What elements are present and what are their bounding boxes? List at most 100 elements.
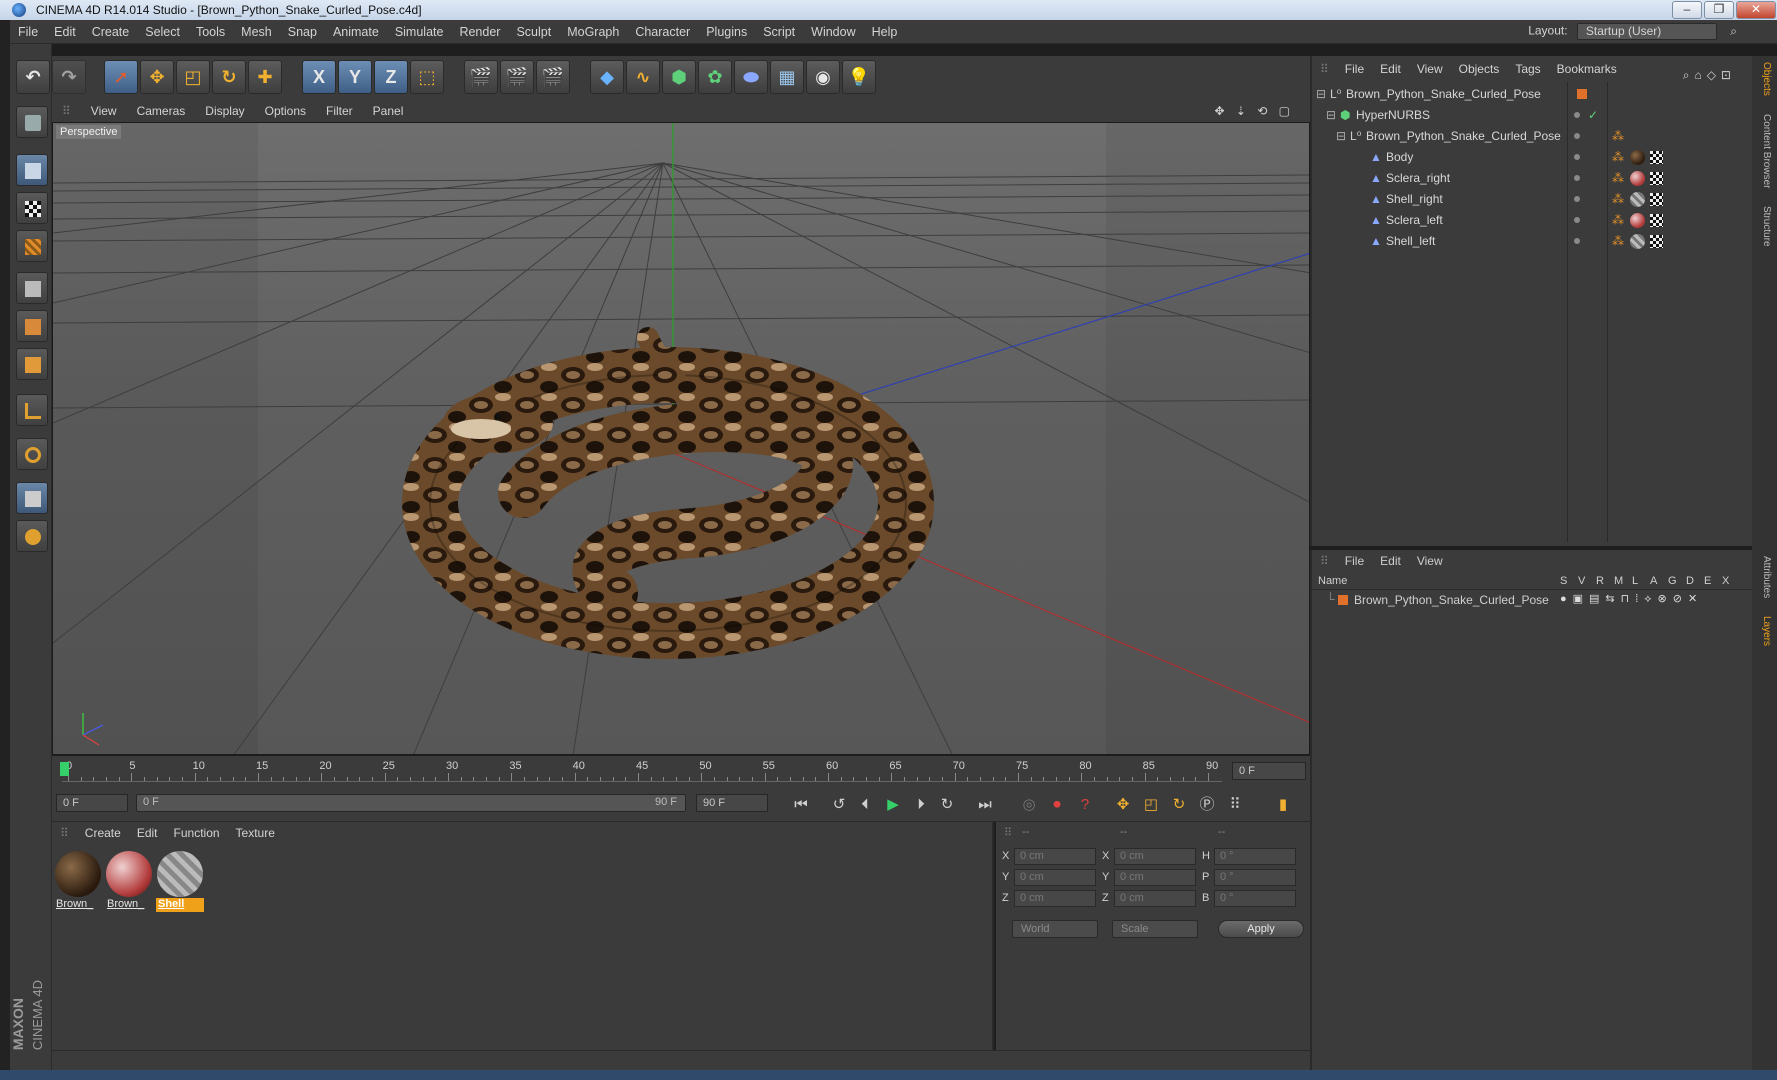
layer-row[interactable]: └ Brown_Python_Snake_Curled_Pose ●▣▤⇆⊓⁞⟡…: [1312, 590, 1752, 610]
object-row[interactable]: ▲ Sclera_left ⁂: [1312, 210, 1752, 231]
layer-color-swatch[interactable]: [1338, 595, 1348, 605]
menu-tools[interactable]: Tools: [188, 20, 233, 44]
material-menu-create[interactable]: Create: [77, 822, 129, 844]
rot-p-field[interactable]: 0 °: [1214, 869, 1296, 886]
size-z-field[interactable]: 0 cm: [1114, 890, 1196, 907]
menu-snap[interactable]: Snap: [280, 20, 325, 44]
column-view[interactable]: V: [1578, 575, 1585, 587]
z-axis-lock-button[interactable]: Z: [374, 60, 408, 94]
add-camera-button[interactable]: ◉: [806, 60, 840, 94]
object-menu-file[interactable]: File: [1337, 56, 1372, 82]
object-menu-bookmarks[interactable]: Bookmarks: [1549, 56, 1625, 82]
visibility-dot[interactable]: [1574, 175, 1580, 181]
workplane-lock-button[interactable]: [16, 482, 48, 514]
add-light-button[interactable]: 💡: [842, 60, 876, 94]
x-axis-lock-button[interactable]: X: [302, 60, 336, 94]
material-tag-icon[interactable]: [1630, 171, 1645, 186]
scale-tool-button[interactable]: ◰: [176, 60, 210, 94]
previous-frame-button[interactable]: ⏴: [854, 794, 876, 816]
menu-script[interactable]: Script: [755, 20, 803, 44]
axis-mode-button[interactable]: [16, 394, 48, 426]
make-editable-button[interactable]: [16, 106, 48, 138]
column-animation[interactable]: A: [1650, 575, 1657, 587]
uvw-tag-icon[interactable]: [1650, 172, 1663, 185]
points-mode-button[interactable]: [16, 272, 48, 304]
column-xref[interactable]: X: [1722, 575, 1729, 587]
material-swatch[interactable]: Brown_: [54, 850, 102, 912]
tab-objects[interactable]: Objects: [1756, 62, 1772, 96]
column-name[interactable]: Name: [1318, 575, 1347, 587]
viewport-menu-filter[interactable]: Filter: [316, 100, 363, 122]
soft-selection-button[interactable]: [16, 520, 48, 552]
add-deformer-button[interactable]: ⬬: [734, 60, 768, 94]
material-menu-function[interactable]: Function: [166, 822, 228, 844]
object-menu-objects[interactable]: Objects: [1451, 56, 1508, 82]
current-frame-field[interactable]: 0 F: [1232, 762, 1306, 780]
tab-structure[interactable]: Structure: [1756, 206, 1772, 247]
close-button[interactable]: ✕: [1736, 1, 1776, 19]
visibility-dot[interactable]: [1574, 133, 1580, 139]
column-deformers[interactable]: D: [1686, 575, 1694, 587]
coordinate-system-button[interactable]: ⬚: [410, 60, 444, 94]
menu-simulate[interactable]: Simulate: [387, 20, 452, 44]
layer-toggle-icons[interactable]: ●▣▤⇆⊓⁞⟡⊗⊘✕: [1560, 592, 1703, 606]
column-solo[interactable]: S: [1560, 575, 1567, 587]
render-view-button[interactable]: 🎬: [464, 60, 498, 94]
render-settings-button[interactable]: 🎬: [536, 60, 570, 94]
visibility-dot[interactable]: [1574, 154, 1580, 160]
visibility-dot[interactable]: [1574, 196, 1580, 202]
rot-b-field[interactable]: 0 °: [1214, 890, 1296, 907]
rot-h-field[interactable]: 0 °: [1214, 848, 1296, 865]
layout-dropdown[interactable]: Startup (User): [1576, 23, 1717, 40]
pos-z-field[interactable]: 0 cm: [1014, 890, 1096, 907]
key-scale-button[interactable]: ◰: [1140, 794, 1162, 816]
menu-animate[interactable]: Animate: [325, 20, 387, 44]
menu-file[interactable]: File: [10, 20, 46, 44]
add-nurbs-button[interactable]: ⬢: [662, 60, 696, 94]
phong-tag-icon[interactable]: ⁂: [1612, 129, 1624, 143]
record-keys-button[interactable]: ◎: [1018, 794, 1040, 816]
key-position-button[interactable]: ✥: [1112, 794, 1134, 816]
loop-forward-button[interactable]: ↻: [936, 794, 958, 816]
texture-mode-button[interactable]: [16, 192, 48, 224]
go-to-start-button[interactable]: ⏮: [790, 794, 812, 816]
undo-button[interactable]: ↶: [16, 60, 50, 94]
expand-icon[interactable]: ⊟: [1326, 108, 1336, 122]
object-row[interactable]: ▲ Sclera_right ⁂: [1312, 168, 1752, 189]
key-pla-button[interactable]: ⠿: [1224, 794, 1246, 816]
material-swatch[interactable]: Brown_: [105, 850, 153, 912]
layer-menu-file[interactable]: File: [1337, 554, 1372, 568]
end-frame-field[interactable]: 90 F: [696, 794, 768, 812]
expand-icon[interactable]: ⊟: [1316, 87, 1326, 101]
visibility-dot[interactable]: [1574, 238, 1580, 244]
add-cube-button[interactable]: ◆: [590, 60, 624, 94]
phong-tag-icon[interactable]: ⁂: [1612, 234, 1624, 248]
menu-edit[interactable]: Edit: [46, 20, 84, 44]
check-icon[interactable]: ✓: [1588, 108, 1598, 122]
column-expressions[interactable]: E: [1704, 575, 1711, 587]
expand-icon[interactable]: ⊟: [1336, 129, 1346, 143]
start-frame-field[interactable]: 0 F: [56, 794, 128, 812]
move-tool-button[interactable]: ✥: [140, 60, 174, 94]
menu-character[interactable]: Character: [627, 20, 698, 44]
model-mode-button[interactable]: [16, 154, 48, 186]
column-locked[interactable]: L: [1632, 575, 1638, 587]
object-row[interactable]: ▲ Shell_right ⁂: [1312, 189, 1752, 210]
apply-button[interactable]: Apply: [1218, 920, 1304, 938]
key-parameter-button[interactable]: Ⓟ: [1196, 794, 1218, 816]
add-array-button[interactable]: ✿: [698, 60, 732, 94]
tab-layers[interactable]: Layers: [1756, 616, 1772, 646]
phong-tag-icon[interactable]: ⁂: [1612, 150, 1624, 164]
timeline-ruler[interactable]: 0 5 10 15 20 25 30 35 40 45 50 55 60 65 70 75 80 85 90 0 F: [52, 756, 1310, 786]
object-row[interactable]: ⊟ ⬢ HyperNURBS ✓: [1312, 105, 1752, 126]
go-to-end-button[interactable]: ⏭: [974, 794, 996, 816]
object-menu-tags[interactable]: Tags: [1507, 56, 1548, 82]
viewport-menu-panel[interactable]: Panel: [363, 100, 414, 122]
rotate-tool-button[interactable]: ↻: [212, 60, 246, 94]
phong-tag-icon[interactable]: ⁂: [1612, 192, 1624, 206]
restore-button[interactable]: ❐: [1704, 1, 1734, 19]
viewport-menu-display[interactable]: Display: [195, 100, 254, 122]
tab-content-browser[interactable]: Content Browser: [1756, 114, 1772, 188]
viewport-nav-icons[interactable]: ✥ ⇣ ⟲ ▢: [1204, 100, 1304, 122]
visibility-dot[interactable]: [1574, 217, 1580, 223]
